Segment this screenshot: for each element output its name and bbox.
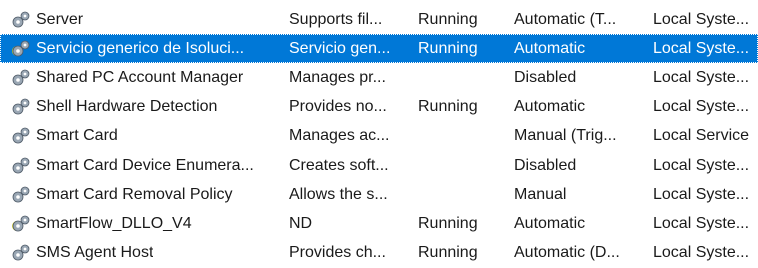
service-description: Servicio gen... xyxy=(289,39,391,57)
service-log-on-as: Local Syste... xyxy=(653,39,750,57)
service-log-on-as: Local Syste... xyxy=(653,214,750,232)
service-log-on-as: Local Syste... xyxy=(653,156,750,174)
service-description: ND xyxy=(289,214,313,232)
service-status xyxy=(418,122,512,151)
service-startup-type: Manual xyxy=(514,185,567,203)
service-name: Shell Hardware Detection xyxy=(36,98,218,116)
service-description: Allows the s... xyxy=(289,185,388,203)
service-startup-type: Disabled xyxy=(514,68,577,86)
service-row[interactable]: Smart Card Manages ac... Manual (Trig... Lo… xyxy=(0,122,758,151)
service-name: Smart Card Removal Policy xyxy=(36,185,233,203)
gear-service-icon xyxy=(10,213,32,235)
service-startup-type: Automatic (D... xyxy=(514,244,620,262)
service-status: Running xyxy=(418,214,478,232)
service-description: Supports fil... xyxy=(289,10,383,28)
service-name: Servicio generico de Isoluci... xyxy=(36,39,245,57)
service-name: Shared PC Account Manager xyxy=(36,68,244,86)
service-status xyxy=(418,180,512,209)
service-status: Running xyxy=(418,39,478,57)
service-log-on-as: Local Syste... xyxy=(653,68,750,86)
service-row[interactable]: Servicio generico de Isoluci... Servicio … xyxy=(0,34,758,64)
service-description: Provides no... xyxy=(289,98,387,116)
service-name-cell: Smart Card Device Enumera... xyxy=(10,151,280,180)
service-name-cell: Smart Card xyxy=(10,122,280,151)
gear-service-icon xyxy=(10,242,32,264)
service-name-cell: Server xyxy=(10,5,280,34)
service-name: Server xyxy=(36,10,84,28)
service-status: Running xyxy=(418,244,478,262)
service-name: SmartFlow_DLLO_V4 xyxy=(36,214,192,232)
service-log-on-as: Local Service xyxy=(653,127,750,145)
service-name-cell: Shell Hardware Detection xyxy=(10,93,280,122)
service-name: Smart Card Device Enumera... xyxy=(36,156,254,174)
gear-service-icon xyxy=(10,67,32,89)
service-name-cell: Servicio generico de Isoluci... xyxy=(10,34,280,63)
service-startup-type: Automatic xyxy=(514,39,586,57)
service-name-cell: SMS Agent Host xyxy=(10,239,280,268)
service-log-on-as: Local Syste... xyxy=(653,98,750,116)
service-row[interactable]: Server Supports fil... Running Automatic (T… xyxy=(0,5,758,34)
service-startup-type: Disabled xyxy=(514,156,577,174)
service-description: Provides ch... xyxy=(289,244,386,262)
service-row[interactable]: Shell Hardware Detection Provides no... Ru… xyxy=(0,93,758,122)
service-description: Manages ac... xyxy=(289,127,390,145)
service-name-cell: Smart Card Removal Policy xyxy=(10,180,280,209)
service-startup-type: Manual (Trig... xyxy=(514,127,617,145)
service-row[interactable]: SmartFlow_DLLO_V4 ND Running Automatic Local… xyxy=(0,209,758,238)
service-name: SMS Agent Host xyxy=(36,244,154,262)
service-status: Running xyxy=(418,98,478,116)
gear-service-icon xyxy=(10,9,32,31)
service-name-cell: Shared PC Account Manager xyxy=(10,63,280,92)
service-status xyxy=(418,151,512,180)
service-name-cell: SmartFlow_DLLO_V4 xyxy=(10,209,280,238)
service-row[interactable]: Smart Card Removal Policy Allows the s...… xyxy=(0,180,758,209)
service-row[interactable]: Shared PC Account Manager Manages pr... Di… xyxy=(0,63,758,92)
gear-service-icon xyxy=(10,125,32,147)
service-startup-type: Automatic (T... xyxy=(514,10,617,28)
service-description: Manages pr... xyxy=(289,68,386,86)
service-description: Creates soft... xyxy=(289,156,389,174)
service-startup-type: Automatic xyxy=(514,214,586,232)
service-status xyxy=(418,63,512,92)
service-log-on-as: Local Syste... xyxy=(653,185,750,203)
service-log-on-as: Local Syste... xyxy=(653,244,750,262)
service-row[interactable]: Smart Card Device Enumera... Creates soft… xyxy=(0,151,758,180)
gear-service-icon xyxy=(10,96,32,118)
gear-service-icon xyxy=(10,155,32,177)
service-startup-type: Automatic xyxy=(514,98,586,116)
service-row[interactable]: SMS Agent Host Provides ch... Running Autom… xyxy=(0,239,758,268)
services-list: Server Supports fil... Running Automatic (T… xyxy=(0,5,758,268)
service-log-on-as: Local Syste... xyxy=(653,10,750,28)
gear-service-icon xyxy=(10,38,32,60)
service-status: Running xyxy=(418,10,478,28)
service-name: Smart Card xyxy=(36,127,118,145)
gear-service-icon xyxy=(10,184,32,206)
